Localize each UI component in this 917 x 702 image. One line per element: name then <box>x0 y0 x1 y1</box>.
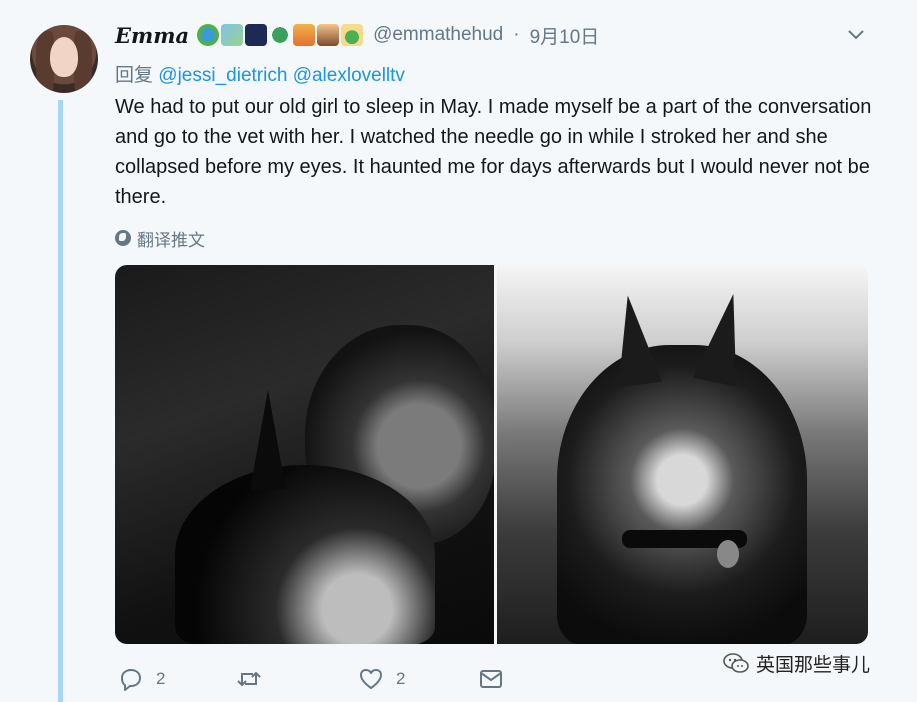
reply-count: 2 <box>156 669 166 688</box>
separator-dot: · <box>513 24 520 45</box>
media-grid <box>115 265 868 644</box>
wechat-icon <box>723 653 749 673</box>
reply-icon <box>121 669 141 691</box>
avatar-face <box>50 37 78 77</box>
world-map-icon <box>221 24 244 46</box>
reply-context: 回复 @jessi_dietrich @alexlovelltv <box>115 60 405 87</box>
name-emojis <box>197 24 364 46</box>
like-button[interactable]: 2 <box>358 666 405 692</box>
user-handle[interactable]: @emmathehud <box>373 24 503 46</box>
watermark: 英国那些事儿 <box>722 648 870 678</box>
watermark-text: 英国那些事儿 <box>756 654 871 676</box>
heart-icon <box>360 669 382 689</box>
tweet-container: Emma @emmathehud · 9月10日 回复 @jessi_dietr… <box>0 0 917 702</box>
photo-shape <box>717 540 739 568</box>
reply-prefix: 回复 <box>115 65 154 86</box>
earth-globe-icon <box>197 24 220 46</box>
tweet-date[interactable]: 9月10日 <box>530 22 600 49</box>
avatar[interactable] <box>30 25 98 93</box>
photo-person-with-dog[interactable] <box>115 265 494 644</box>
tweet-header: Emma @emmathehud · 9月10日 <box>115 20 599 50</box>
mention-link[interactable]: @jessi_dietrich <box>158 65 287 86</box>
sunrise-city-icon <box>293 24 316 46</box>
translate-label: 翻译推文 <box>137 230 205 250</box>
cactus-icon <box>341 24 364 46</box>
tweet-actions: 2 2 <box>118 666 518 696</box>
globe-icon <box>115 230 131 246</box>
photo-dog-portrait[interactable] <box>497 265 868 644</box>
photo-shape <box>557 345 807 644</box>
envelope-icon <box>480 670 502 688</box>
recycling-icon <box>269 24 292 46</box>
mention-link[interactable]: @alexlovelltv <box>293 65 405 86</box>
translate-tweet-button[interactable]: 翻译推文 <box>115 226 205 250</box>
reply-button[interactable]: 2 <box>118 666 165 692</box>
direct-message-button[interactable] <box>478 666 504 692</box>
volcano-icon <box>317 24 340 46</box>
photo-shape <box>250 390 286 490</box>
night-city-icon <box>245 24 268 46</box>
tweet-text: We had to put our old girl to sleep in M… <box>115 96 872 208</box>
chevron-down-icon[interactable] <box>845 24 867 46</box>
thread-line <box>58 100 63 702</box>
display-name[interactable]: Emma <box>115 23 189 48</box>
retweet-button[interactable] <box>236 666 274 692</box>
like-count: 2 <box>396 669 406 688</box>
photo-shape <box>175 465 435 644</box>
retweet-icon <box>237 671 261 687</box>
